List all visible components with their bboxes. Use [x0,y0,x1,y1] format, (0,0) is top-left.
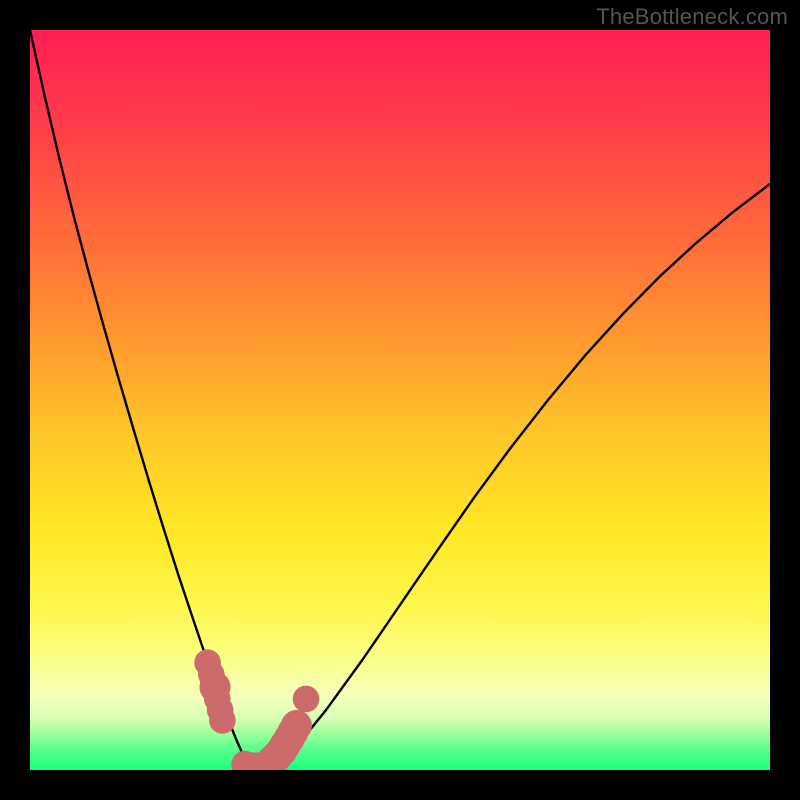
chart-frame: TheBottleneck.com [0,0,800,800]
bottleneck-curve [30,30,770,770]
data-point-marker [281,710,312,741]
data-point-marker [293,686,320,713]
marker-group [194,649,319,770]
plot-area [30,30,770,770]
data-point-marker [209,707,236,734]
chart-svg [30,30,770,770]
watermark-text: TheBottleneck.com [596,4,788,30]
